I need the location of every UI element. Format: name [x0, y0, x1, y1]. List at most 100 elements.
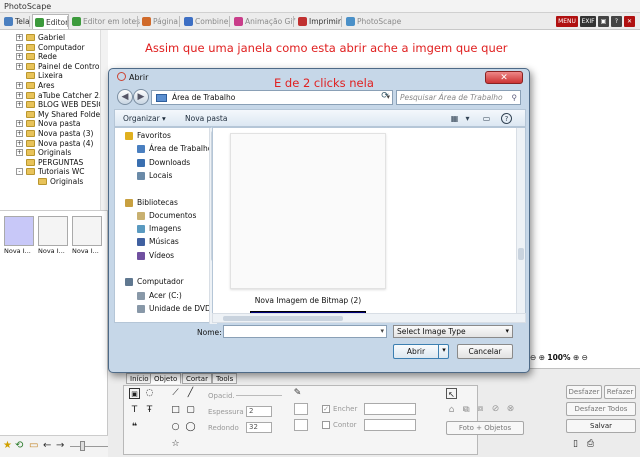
tab-5[interactable]: Animação Gif — [232, 14, 295, 29]
top-right-icon-3[interactable]: ? — [611, 16, 622, 27]
star-icon[interactable]: ★ — [3, 440, 12, 451]
editor-tab[interactable]: Tools — [212, 373, 238, 384]
line-icon[interactable]: ╱ — [185, 388, 196, 399]
folder-icon[interactable]: ▭ — [29, 440, 38, 451]
rounded-rectangle-icon[interactable]: ▢ — [185, 405, 196, 416]
top-right-icon-1[interactable]: EXIF — [580, 16, 596, 27]
tab-7[interactable]: PhotoScape — [344, 14, 401, 29]
search-icon[interactable]: ⚲ — [512, 91, 518, 104]
nav-item[interactable]: Locais — [137, 170, 172, 182]
tree-expander-icon[interactable]: + — [16, 62, 23, 70]
zoom-in-icon[interactable]: ⊕ — [573, 353, 579, 362]
nav-item[interactable]: Favoritos — [125, 130, 171, 142]
object-tool-3-icon[interactable]: ⧈ — [460, 404, 471, 415]
file-name-label[interactable]: Nova Imagem de Bitmap (2) — [213, 296, 403, 305]
tree-expander-icon[interactable]: + — [16, 91, 23, 99]
tab-2[interactable]: Editor em lotes — [70, 14, 140, 29]
thumbnail-image[interactable] — [38, 216, 68, 246]
rectangle-icon[interactable]: □ — [170, 405, 181, 416]
horizontal-scroll-thumb[interactable] — [223, 316, 343, 321]
fill-checkbox[interactable]: ✓ — [322, 405, 330, 413]
tree-expander-icon[interactable]: + — [16, 101, 23, 109]
tree-expander-icon[interactable]: + — [16, 43, 23, 51]
text-icon[interactable]: T — [129, 405, 140, 416]
tree-expander-icon[interactable]: + — [16, 82, 23, 89]
nav-item[interactable]: Músicas — [137, 236, 179, 248]
horizontal-scrollbar[interactable] — [212, 313, 526, 323]
back-button[interactable]: ◀ — [117, 89, 133, 105]
top-right-icon-0[interactable]: MENU — [556, 16, 578, 27]
nav-item[interactable]: Área de Trabalho — [137, 143, 212, 155]
circle-icon[interactable]: ◯ — [185, 422, 196, 433]
tab-3[interactable]: Página — [140, 14, 178, 29]
open-dropdown-icon[interactable]: ▾ — [438, 344, 449, 359]
select-pointer-icon[interactable]: ↖ — [446, 388, 457, 399]
redo-button[interactable]: Refazer — [604, 385, 636, 399]
speech-bubble-icon[interactable]: ◌ — [144, 388, 155, 399]
thumbnail-size-slider[interactable] — [70, 446, 110, 447]
editor-tab[interactable]: Cortar — [182, 373, 212, 384]
opacity-slider[interactable] — [236, 395, 282, 396]
chevron-down-icon[interactable]: ▾ — [462, 113, 473, 124]
eyedropper-icon[interactable]: ✎ — [292, 388, 303, 399]
object-tool-1-icon[interactable]: ⌂ — [446, 405, 457, 416]
view-options-icon[interactable]: ▦ — [449, 113, 460, 124]
magic-wand-icon[interactable]: ⟋ — [170, 388, 181, 399]
tab-0[interactable]: Tela — [2, 14, 30, 29]
tree-expander-icon[interactable]: + — [16, 120, 23, 128]
nav-item[interactable]: Imagens — [137, 223, 181, 235]
tree-expander-icon[interactable]: + — [16, 53, 23, 61]
fit-icon[interactable]: ⊕ — [539, 353, 545, 362]
tab-1[interactable]: Editor — [32, 14, 70, 29]
nav-item[interactable]: Acer (C:) — [137, 290, 182, 302]
zoom-out-icon[interactable]: ⊖ — [530, 353, 536, 362]
save-button[interactable]: Salvar — [566, 419, 636, 433]
nav-item[interactable]: Computador — [125, 276, 184, 288]
new-folder-button[interactable]: Nova pasta — [185, 113, 227, 124]
zoom-reset-icon[interactable]: ⊖ — [582, 353, 588, 362]
round-input[interactable]: 32 — [246, 422, 272, 433]
star-shape-icon[interactable]: ☆ — [170, 439, 181, 450]
rotate-icon[interactable]: ⟲ — [15, 440, 23, 451]
forward-arrow-icon[interactable]: → — [56, 440, 64, 451]
file-thumbnail[interactable] — [230, 133, 386, 289]
preview-pane-icon[interactable]: ▭ — [481, 113, 492, 124]
thumbnail-image[interactable] — [4, 216, 34, 246]
fill-color-select[interactable] — [364, 403, 416, 415]
tree-expander-icon[interactable]: + — [16, 149, 23, 157]
slider-handle[interactable] — [80, 441, 85, 451]
back-arrow-icon[interactable]: ← — [43, 440, 51, 451]
file-name-input[interactable]: ▾ — [223, 325, 387, 338]
tree-expander-icon[interactable]: - — [16, 168, 23, 176]
forward-button[interactable]: ▶ — [133, 89, 149, 105]
nav-item[interactable]: Documentos — [137, 210, 196, 222]
outline-color-select[interactable] — [364, 419, 416, 431]
nav-item[interactable]: Vídeos — [137, 250, 174, 262]
help-icon[interactable]: ? — [501, 113, 512, 124]
page-icon[interactable]: ▯ — [570, 439, 581, 450]
object-tool-6-icon[interactable]: ⊗ — [505, 404, 516, 415]
photo-icon[interactable]: ▣ — [129, 388, 140, 399]
thickness-input[interactable]: 2 — [246, 406, 272, 417]
cancel-button[interactable]: Cancelar — [457, 344, 513, 359]
quote-icon[interactable]: ❝ — [129, 422, 140, 433]
tree-expander-icon[interactable]: + — [16, 130, 23, 137]
chevron-down-icon[interactable]: ▾ — [380, 327, 384, 335]
top-right-icon-4[interactable]: ✕ — [624, 16, 635, 27]
object-tool-4-icon[interactable]: ⧇ — [475, 404, 486, 415]
thumbnail-image[interactable] — [72, 216, 102, 246]
print-icon[interactable]: ⎙ — [585, 439, 596, 450]
tree-expander-icon[interactable]: + — [16, 139, 23, 147]
top-right-icon-2[interactable]: ▣ — [598, 16, 609, 27]
text-style-icon[interactable]: Ŧ — [144, 405, 155, 416]
nav-item[interactable]: Bibliotecas — [125, 197, 178, 209]
file-scrollbar[interactable] — [516, 128, 525, 322]
object-tool-5-icon[interactable]: ⊘ — [490, 404, 501, 415]
address-bar[interactable]: Área de Trabalho ▾ — [151, 90, 393, 105]
nav-item[interactable]: Downloads — [137, 157, 190, 169]
folder-tree-scrollbar[interactable] — [100, 30, 108, 210]
editor-tab[interactable]: Objeto — [150, 373, 182, 384]
file-type-select[interactable]: Select Image Type ▾ — [393, 325, 513, 338]
line-color-box[interactable] — [294, 403, 308, 415]
tree-expander-icon[interactable]: + — [16, 34, 23, 41]
